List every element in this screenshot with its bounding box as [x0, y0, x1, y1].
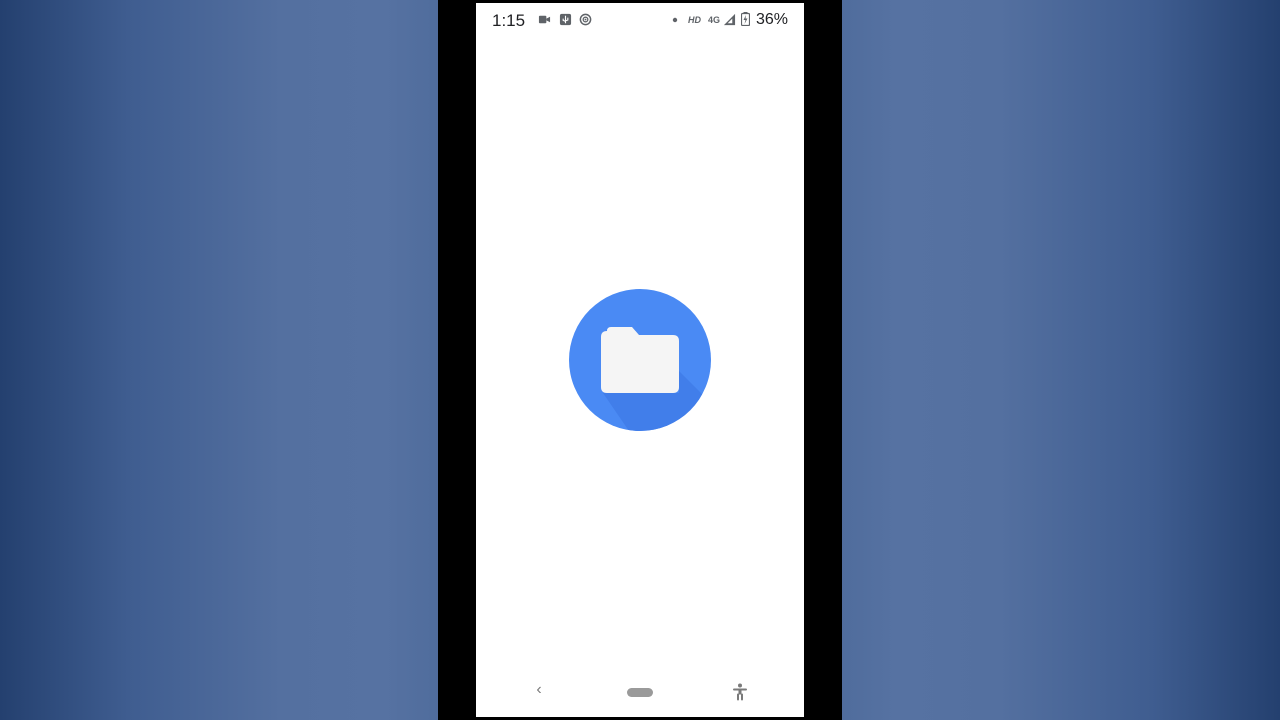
home-pill-icon[interactable]	[627, 688, 653, 697]
navigation-bar: ‹	[476, 669, 804, 717]
status-bar: 1:15 HD 4G 36%	[476, 3, 804, 37]
network-hd-label: HD	[688, 15, 701, 25]
phone-screen: 1:15 HD 4G 36% ‹	[476, 3, 804, 717]
status-time: 1:15	[492, 11, 526, 30]
network-type-label: 4G	[708, 15, 721, 25]
folder-icon	[569, 289, 711, 431]
battery-charging-icon	[741, 12, 750, 26]
notification-dot-icon	[672, 17, 678, 23]
back-icon[interactable]: ‹	[533, 681, 545, 699]
accessibility-icon[interactable]	[732, 683, 748, 701]
usb-icon	[559, 13, 572, 26]
battery-percentage: 36%	[755, 11, 788, 28]
hotspot-icon	[579, 13, 592, 26]
signal-icon	[723, 13, 736, 26]
video-camera-icon	[538, 15, 551, 24]
